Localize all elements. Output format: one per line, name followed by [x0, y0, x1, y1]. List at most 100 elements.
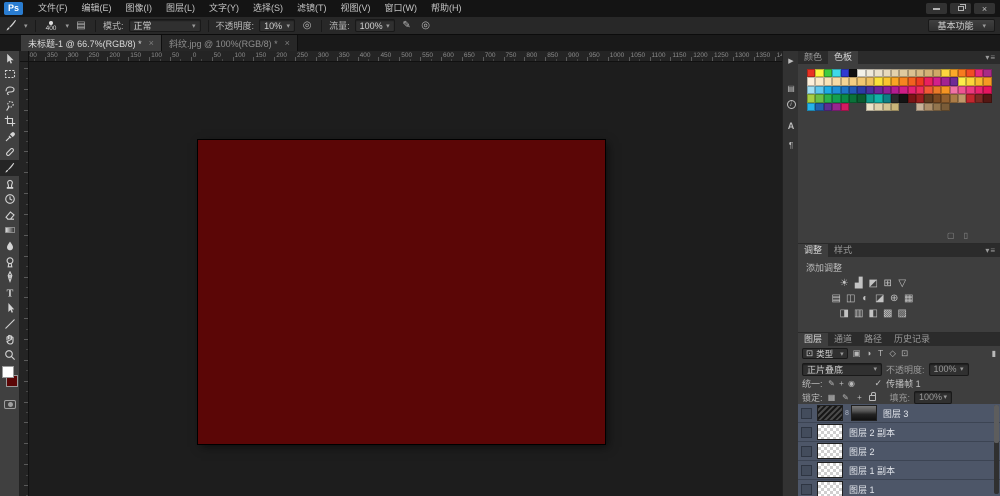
document-tab[interactable]: 未标题-1 @ 66.7%(RGB/8) * ×	[21, 35, 162, 51]
document-tab[interactable]: 斜纹.jpg @ 100%(RGB/8) * ×	[161, 35, 298, 51]
layer-visibility-toggle[interactable]	[801, 407, 812, 419]
color-swatch[interactable]	[823, 85, 833, 95]
color-swatch[interactable]	[874, 77, 883, 86]
adjustment-icon-自然饱和度[interactable]: ▽	[895, 278, 910, 289]
foreground-color-swatch[interactable]	[2, 365, 14, 378]
color-swatch[interactable]	[949, 85, 959, 95]
color-swatch[interactable]	[941, 85, 950, 95]
color-swatch[interactable]	[874, 85, 883, 95]
color-swatch[interactable]	[832, 77, 841, 86]
healing-brush-tool[interactable]	[0, 145, 20, 161]
color-swatch[interactable]	[823, 77, 833, 86]
unify-position-icon[interactable]: ✎	[827, 379, 837, 388]
brush-tool[interactable]	[0, 160, 20, 176]
adjustment-icon-曲线[interactable]: ◩	[866, 278, 881, 289]
layer-filter-type-select[interactable]: ⊡ 类型 ▾	[802, 348, 848, 359]
panel-tab[interactable]: 路径	[858, 333, 888, 346]
color-swatch[interactable]	[983, 77, 992, 86]
color-swatch[interactable]	[874, 94, 883, 103]
layers-scrollbar[interactable]	[994, 405, 999, 494]
color-swatch[interactable]	[924, 94, 933, 103]
color-swatch[interactable]	[924, 85, 933, 95]
color-swatch[interactable]	[865, 85, 875, 95]
color-swatch[interactable]	[815, 85, 824, 95]
document-canvas[interactable]	[198, 140, 605, 444]
color-swatch[interactable]	[840, 85, 849, 95]
color-swatch[interactable]	[848, 69, 858, 78]
color-swatch[interactable]	[882, 85, 891, 95]
color-swatch[interactable]	[807, 94, 816, 103]
color-swatch[interactable]	[890, 85, 900, 95]
panel-tab[interactable]: 图层	[798, 333, 829, 346]
color-swatch[interactable]	[924, 69, 933, 78]
line-tool[interactable]	[0, 316, 20, 332]
color-swatch[interactable]	[941, 102, 950, 111]
horizontal-ruler[interactable]: 400 350 300 250 200 150 100 50 0 50 100 150 200 250 30…	[20, 51, 791, 62]
color-swatch[interactable]	[966, 94, 975, 103]
color-swatch[interactable]	[941, 69, 950, 78]
color-swatch[interactable]	[840, 102, 849, 111]
panel-tab[interactable]: 调整	[798, 244, 829, 257]
color-swatch[interactable]	[807, 102, 816, 111]
color-swatch[interactable]	[807, 85, 816, 95]
layer-row[interactable]: 8 图层 3	[798, 404, 1000, 423]
color-swatch[interactable]	[815, 94, 824, 103]
actions-panel-icon[interactable]: ▶	[783, 57, 799, 65]
color-swatch[interactable]	[907, 94, 917, 103]
color-swatch[interactable]	[832, 69, 841, 78]
adjustment-icon-可选颜色[interactable]: ▨	[895, 308, 910, 319]
color-swatch[interactable]	[958, 69, 967, 78]
color-swatch[interactable]	[815, 77, 824, 86]
color-swatch[interactable]	[958, 77, 967, 86]
color-swatch[interactable]	[823, 94, 833, 103]
minimize-button[interactable]	[926, 3, 947, 14]
color-swatch[interactable]	[890, 94, 900, 103]
color-swatch[interactable]	[916, 69, 925, 78]
mask-link-icon[interactable]: 8	[845, 410, 849, 417]
color-swatch[interactable]	[857, 77, 866, 86]
layer-mask-thumbnail[interactable]	[850, 405, 877, 421]
new-swatch-icon[interactable]: ▢	[947, 231, 955, 240]
crop-tool[interactable]	[0, 113, 20, 129]
ruler-origin-corner[interactable]	[20, 51, 29, 62]
panel-menu-icon[interactable]: ▾≡	[985, 244, 996, 257]
filter-type-icon[interactable]: T	[875, 348, 887, 359]
color-swatch[interactable]	[899, 77, 908, 86]
color-swatch[interactable]	[865, 94, 875, 103]
restore-button[interactable]	[950, 3, 971, 14]
color-swatch[interactable]	[907, 77, 917, 86]
color-swatch[interactable]	[974, 77, 984, 86]
menu-item[interactable]: 滤镜(T)	[290, 0, 334, 17]
panel-tab[interactable]: 历史记录	[888, 333, 936, 346]
character-panel-icon[interactable]: A	[783, 121, 799, 131]
adjustment-icon-照片滤镜[interactable]: ◪	[873, 293, 888, 304]
color-swatch[interactable]	[865, 69, 875, 78]
layer-visibility-toggle[interactable]	[801, 445, 812, 457]
menu-item[interactable]: 图像(I)	[119, 0, 160, 17]
vertical-ruler[interactable]	[20, 62, 29, 496]
color-swatch[interactable]	[832, 94, 841, 103]
workspace-switcher-button[interactable]: 基本功能 ▾	[928, 19, 995, 32]
adjustment-icon-阈值[interactable]: ◧	[866, 308, 881, 319]
color-swatch[interactable]	[916, 102, 925, 111]
info-panel-icon[interactable]: i	[783, 99, 799, 109]
color-swatch[interactable]	[907, 69, 917, 78]
color-swatch[interactable]	[857, 69, 866, 78]
color-swatch[interactable]	[983, 85, 992, 95]
color-swatch[interactable]	[874, 69, 883, 78]
color-swatch[interactable]	[941, 77, 950, 86]
filter-adjustment-icon[interactable]: ◑	[863, 348, 875, 359]
blur-tool[interactable]	[0, 238, 20, 254]
color-swatch[interactable]	[823, 69, 833, 78]
color-swatch[interactable]	[832, 102, 841, 111]
filter-smart-object-icon[interactable]: ⊡	[899, 348, 911, 359]
color-swatch[interactable]	[941, 94, 950, 103]
color-swatch[interactable]	[932, 94, 942, 103]
propagate-frame-checkbox[interactable]: ✓ 传播帧 1	[875, 377, 921, 390]
color-swatch[interactable]	[899, 94, 908, 103]
color-swatch[interactable]	[974, 85, 984, 95]
adjustment-icon-色相/饱和度[interactable]: ▤	[829, 293, 844, 304]
move-tool[interactable]	[0, 51, 20, 67]
color-swatch[interactable]	[848, 94, 858, 103]
layer-row[interactable]: 图层 2	[798, 442, 1000, 461]
